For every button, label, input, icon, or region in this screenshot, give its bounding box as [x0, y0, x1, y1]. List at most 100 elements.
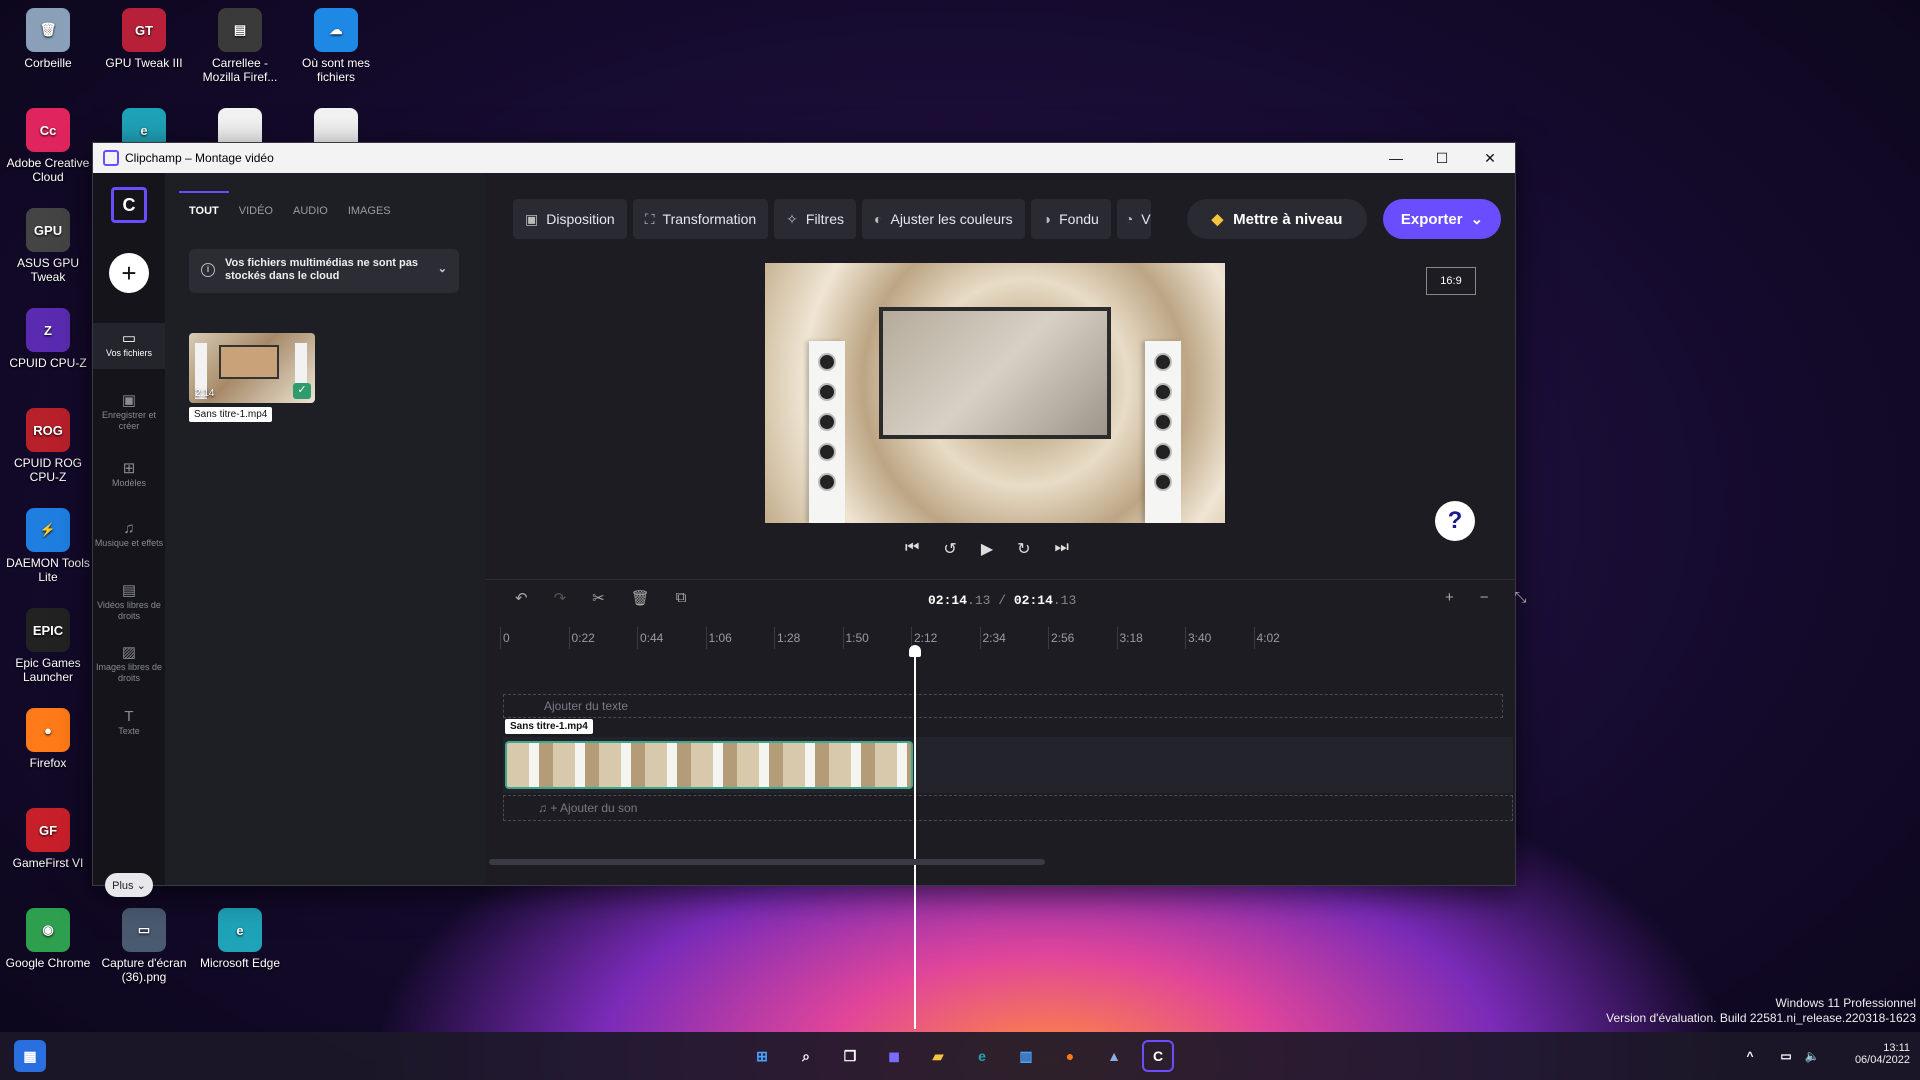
export-button[interactable]: Exporter ⌄: [1383, 199, 1501, 239]
start-icon[interactable]: ⊞: [746, 1040, 778, 1072]
play-icon[interactable]: ▶: [981, 539, 993, 559]
clock[interactable]: 13:11 06/04/2022: [1820, 1042, 1910, 1066]
store-icon[interactable]: ▥: [1010, 1040, 1042, 1072]
desktop-icon[interactable]: ☁ Où sont mes fichiers: [288, 8, 384, 84]
video-clip[interactable]: [505, 741, 913, 789]
network-icon[interactable]: ▭: [1774, 1040, 1798, 1072]
duplicate-icon[interactable]: ⧉: [676, 589, 687, 607]
toolbar-button[interactable]: ◑ Fondu: [1030, 199, 1111, 239]
photos-icon[interactable]: ▲: [1098, 1040, 1130, 1072]
rewind-5-icon[interactable]: ↺: [943, 539, 956, 559]
property-toolbar: ▣ Disposition ⛶ Transformation ✧ Filtres ◐ Ajus…: [513, 199, 1151, 239]
time-separator: /: [998, 593, 1007, 608]
desktop-icon-label: Où sont mes fichiers: [301, 56, 371, 84]
toolbar-button[interactable]: ◔ V: [1116, 199, 1151, 239]
aspect-ratio-button[interactable]: 16:9: [1426, 267, 1476, 295]
media-thumbnail[interactable]: 2:14 ✓: [189, 333, 315, 403]
desktop-icon-label: Adobe Creative Cloud: [6, 156, 90, 184]
tab-images[interactable]: IMAGES: [348, 205, 391, 217]
audio-track[interactable]: ♫ + Ajouter du son: [503, 795, 1513, 821]
stock-image-icon: ▨: [121, 644, 137, 661]
clipchamp-window: Clipchamp – Montage vidéo — ☐ ✕ C + ▭ Vos…: [92, 142, 1527, 1029]
desktop-icon[interactable]: GPU ASUS GPU Tweak: [0, 208, 96, 284]
more-button[interactable]: Plus ⌄: [105, 873, 153, 897]
onedrive-icon: ☁: [314, 8, 358, 52]
playhead[interactable]: [909, 645, 921, 1029]
widgets-icon[interactable]: ▦: [14, 1040, 46, 1072]
zoom-out-icon[interactable]: −: [1480, 589, 1489, 606]
edge-icon[interactable]: e: [966, 1040, 998, 1072]
file-explorer-icon[interactable]: ▰: [922, 1040, 954, 1072]
rail-item[interactable]: ▭ Vos fichiers: [93, 323, 165, 369]
desktop-icon[interactable]: GF GameFirst VI: [0, 808, 96, 870]
clipchamp-logo[interactable]: C: [111, 187, 147, 223]
toolbar-button[interactable]: ⛶ Transformation: [632, 199, 769, 239]
close-button[interactable]: ✕: [1467, 143, 1513, 173]
add-media-button[interactable]: +: [109, 253, 149, 293]
desktop-icon[interactable]: ROG CPUID ROG CPU-Z: [0, 408, 96, 484]
firefox-icon: ●: [26, 708, 70, 752]
desktop-icon[interactable]: Z CPUID CPU-Z: [0, 308, 96, 370]
zoom-in-icon[interactable]: +: [1445, 589, 1454, 606]
tab-all[interactable]: TOUT: [179, 191, 229, 217]
desktop-icon[interactable]: EPIC Epic Games Launcher: [0, 608, 96, 684]
desktop-icon[interactable]: e Microsoft Edge: [192, 908, 288, 970]
forward-5-icon[interactable]: ↻: [1017, 539, 1030, 559]
text-track[interactable]: Ajouter du texte: [503, 694, 1503, 718]
toolbar-button[interactable]: ✧ Filtres: [774, 199, 857, 239]
rail-item[interactable]: ♫ Musique et effets: [93, 521, 165, 549]
redo-icon[interactable]: ↷: [554, 589, 567, 607]
help-button[interactable]: ?: [1435, 501, 1475, 541]
total-frames: .13: [1052, 593, 1077, 608]
ruler-tick-label: 1:50: [842, 627, 869, 649]
timeline-ruler[interactable]: 0 0:22 0:44 1:06 1:28 1:50 2:12 2:34 2:56 3:18 3:4…: [499, 627, 1509, 649]
desktop-icon-label: CPUID CPU-Z: [9, 356, 87, 370]
desktop-icon[interactable]: Cc Adobe Creative Cloud: [0, 108, 96, 184]
tab-audio[interactable]: AUDIO: [293, 205, 328, 217]
delete-icon[interactable]: 🗑: [631, 589, 650, 607]
desktop-icon[interactable]: ● Firefox: [0, 708, 96, 770]
chevron-up-icon[interactable]: ^: [1740, 1040, 1760, 1072]
skip-end-icon[interactable]: ⏭: [1055, 539, 1069, 559]
search-icon[interactable]: ⌕: [790, 1040, 822, 1072]
color-adjust-icon: ◐: [874, 211, 883, 227]
tab-video[interactable]: VIDÉO: [239, 205, 273, 217]
timeline-scrollbar[interactable]: [489, 859, 1045, 865]
desktop-icon[interactable]: ⚡ DAEMON Tools Lite: [0, 508, 96, 584]
clock-date: 06/04/2022: [1854, 1054, 1910, 1066]
rail-item[interactable]: ▨ Images libres de droits: [93, 644, 165, 684]
rail-item[interactable]: ⊞ Modèles: [93, 461, 165, 489]
toolbar-button[interactable]: ▣ Disposition: [513, 199, 627, 239]
ruler-tick-label: 2:12: [910, 627, 938, 649]
clipchamp-taskbar-icon[interactable]: C: [1142, 1040, 1174, 1072]
desktop-icon[interactable]: ◉ Google Chrome: [0, 908, 96, 970]
timecode: 02:14.13 / 02:14.13: [928, 593, 1076, 608]
cloud-notice[interactable]: i Vos fichiers multimédias ne sont pas s…: [189, 249, 459, 293]
desktop-icon[interactable]: GT GPU Tweak III: [96, 8, 192, 70]
toolbar-button[interactable]: ◐ Ajuster les couleurs: [862, 199, 1025, 239]
desktop-icon[interactable]: 🗑 Corbeille: [0, 8, 96, 70]
skip-start-icon[interactable]: ⏮: [905, 539, 919, 559]
video-preview[interactable]: [765, 263, 1225, 523]
text-icon: T: [124, 708, 134, 725]
timeline-tools: ↶ ↷ ✂ 🗑 ⧉: [515, 589, 687, 607]
desktop-icon-label: Carrellee - Mozilla Firef...: [202, 56, 278, 84]
rail-item[interactable]: ▤ Vidéos libres de droits: [93, 583, 165, 622]
minimize-button[interactable]: —: [1373, 143, 1419, 173]
desktop-icon[interactable]: ▤ Carrellee - Mozilla Firef...: [192, 8, 288, 84]
upgrade-button[interactable]: ◆ Mettre à niveau: [1187, 199, 1367, 239]
maximize-button[interactable]: ☐: [1419, 143, 1465, 173]
rail-item[interactable]: ▣ Enregistrer et créer: [93, 393, 165, 432]
rail-item[interactable]: T Texte: [93, 708, 165, 737]
task-view-icon[interactable]: ❐: [834, 1040, 866, 1072]
desktop-icon[interactable]: ▭ Capture d'écran (36).png: [96, 908, 192, 984]
gpu-tweak-icon: GT: [122, 8, 166, 52]
rog-cpuz-icon: ROG: [26, 408, 70, 452]
undo-icon[interactable]: ↶: [515, 589, 528, 607]
ruler-tick-label: 3:18: [1116, 627, 1143, 649]
split-icon[interactable]: ✂: [592, 589, 605, 607]
firefox-icon[interactable]: ●: [1054, 1040, 1086, 1072]
fit-icon[interactable]: ⤡: [1515, 589, 1527, 606]
asus-gpu-icon: GPU: [26, 208, 70, 252]
teams-chat-icon[interactable]: ◼: [878, 1040, 910, 1072]
